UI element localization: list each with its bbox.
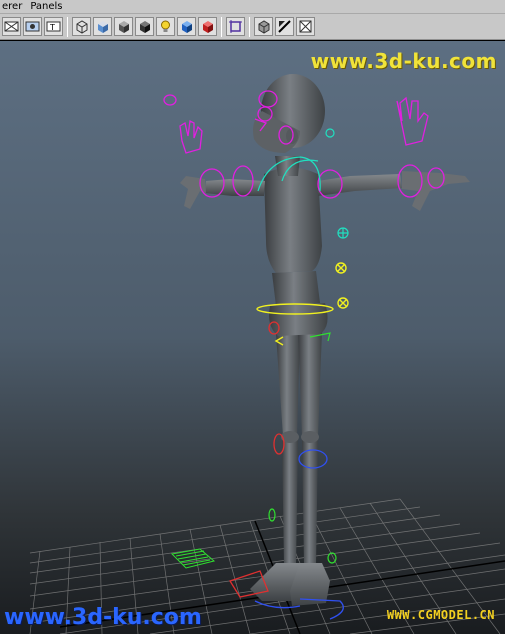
toolbar-separator xyxy=(67,16,68,37)
character-legs xyxy=(250,331,330,606)
light-bulb-icon[interactable] xyxy=(156,17,175,36)
toolbar-separator xyxy=(221,16,222,37)
flat-shade-cube-icon[interactable] xyxy=(114,17,133,36)
xray-cube-icon[interactable] xyxy=(254,17,273,36)
wireframe-cube-icon[interactable] xyxy=(72,17,91,36)
perspective-viewport[interactable]: www.3d-ku.com www.3d-ku.com WWW.CGMODEL.… xyxy=(0,41,505,634)
dark-cube-icon[interactable] xyxy=(135,17,154,36)
watermark-bottom: www.3d-ku.com xyxy=(4,605,202,630)
texture-icon[interactable]: T xyxy=(44,17,63,36)
viewport-scene xyxy=(29,74,505,634)
smooth-shade-cube-icon[interactable] xyxy=(93,17,112,36)
panel-toolbar: T xyxy=(0,14,505,40)
menu-item-renderer[interactable]: erer xyxy=(0,0,28,14)
camera-select-icon[interactable] xyxy=(2,17,21,36)
resolution-gate-icon[interactable] xyxy=(296,17,315,36)
menubar: erer Panels xyxy=(0,0,505,14)
red-cube-icon[interactable] xyxy=(198,17,217,36)
watermark-top: www.3d-ku.com xyxy=(310,49,497,73)
watermark-cgmodel: WWW.CGMODEL.CN xyxy=(386,608,495,622)
toolbar-separator xyxy=(249,16,250,37)
camera-attributes-icon[interactable] xyxy=(23,17,42,36)
isolate-select-icon[interactable] xyxy=(226,17,245,36)
shadow-icon[interactable] xyxy=(275,17,294,36)
blue-cube-icon[interactable] xyxy=(177,17,196,36)
svg-text:T: T xyxy=(49,23,55,32)
rig-controls-red xyxy=(229,321,285,598)
menu-item-panels[interactable]: Panels xyxy=(28,0,68,14)
